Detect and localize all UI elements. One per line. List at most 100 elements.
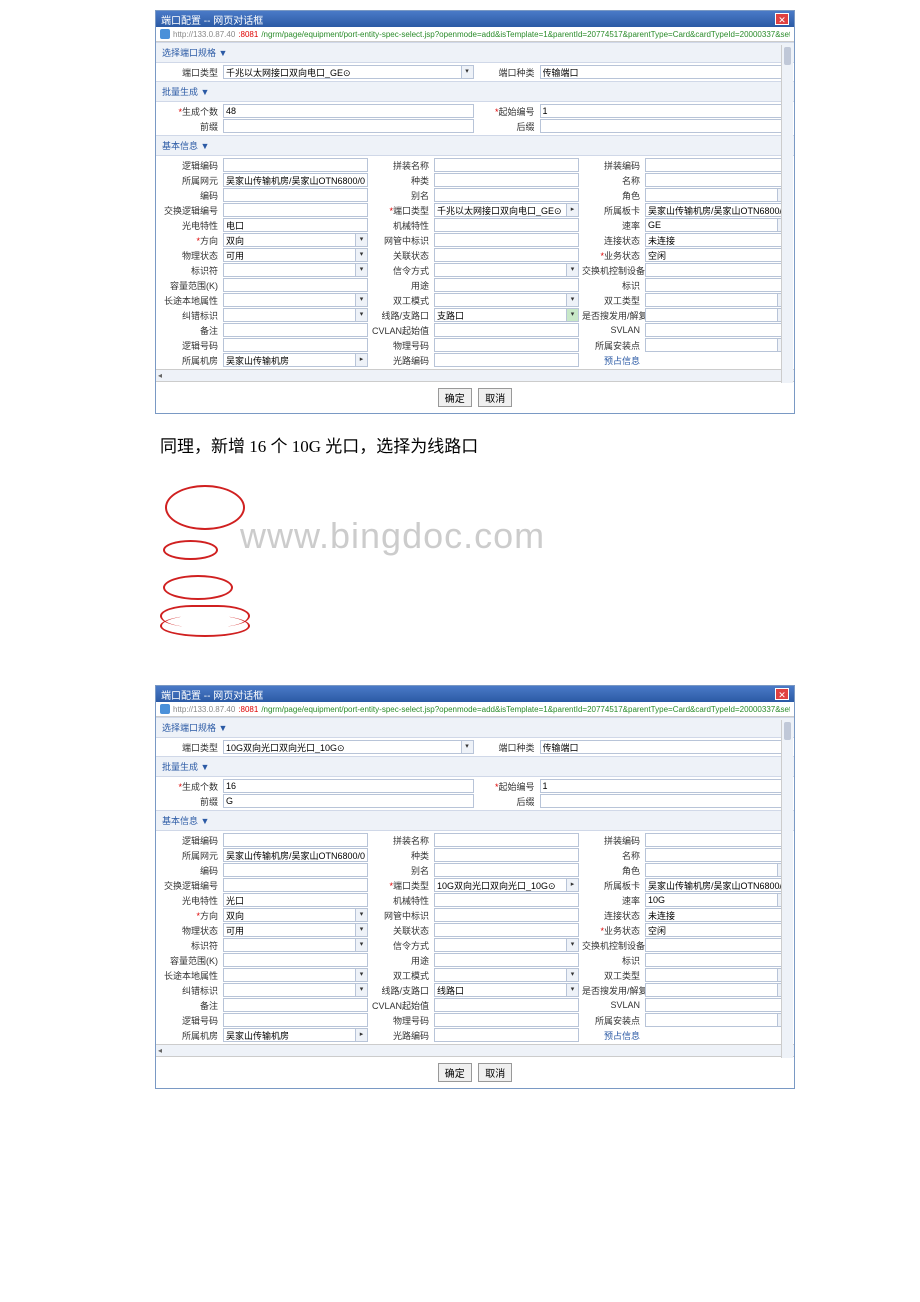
svlan-input[interactable] — [645, 998, 790, 1012]
owner-ne-input[interactable] — [223, 848, 368, 862]
phy-no-input[interactable] — [434, 1013, 579, 1027]
switch-ctrl-input[interactable] — [645, 938, 790, 952]
chevron-down-icon[interactable]: ▾ — [356, 293, 368, 307]
chevron-down-icon[interactable]: ▾ — [356, 983, 368, 997]
logic-code-input[interactable] — [223, 158, 368, 172]
cancel-button[interactable]: 取消 — [478, 388, 512, 407]
duplex-input[interactable] — [434, 293, 567, 307]
chevron-down-icon[interactable]: ▾ — [356, 968, 368, 982]
chevron-down-icon[interactable]: ▾ — [356, 248, 368, 262]
reuse-attr-input[interactable] — [645, 308, 778, 322]
rel-state-input[interactable] — [434, 248, 579, 262]
section-basic[interactable]: 基本信息 ▼ — [156, 810, 794, 831]
owner-card-input[interactable] — [645, 203, 790, 217]
chevron-down-icon[interactable]: ▾ — [567, 968, 579, 982]
direction-input[interactable] — [223, 908, 356, 922]
close-icon[interactable]: ✕ — [775, 13, 789, 25]
chevron-down-icon[interactable]: ▾ — [356, 923, 368, 937]
suffix-input[interactable] — [540, 119, 791, 133]
ok-button[interactable]: 确定 — [438, 388, 472, 407]
splice-name-input[interactable] — [434, 833, 579, 847]
owner-card-input[interactable] — [645, 878, 790, 892]
phy-no-input[interactable] — [434, 338, 579, 352]
switch-ctrl-input[interactable] — [645, 263, 790, 277]
chevron-down-icon[interactable]: ▾ — [567, 308, 579, 322]
usage-input[interactable] — [434, 278, 579, 292]
port-kind-input[interactable] — [540, 65, 791, 79]
oe-char-input[interactable] — [223, 893, 368, 907]
svlan-input[interactable] — [645, 323, 790, 337]
arrow-left-icon[interactable]: ◂ — [158, 1046, 162, 1055]
code-input[interactable] — [223, 863, 368, 877]
chevron-down-icon[interactable]: ▾ — [567, 983, 579, 997]
long-local-input[interactable] — [223, 293, 356, 307]
logic-no-input[interactable] — [223, 1013, 368, 1027]
chevron-down-icon[interactable]: ▾ — [567, 938, 579, 952]
section-port-spec[interactable]: 选择端口规格 ▼ — [156, 42, 794, 63]
owner-ne-input[interactable] — [223, 173, 368, 187]
rel-state-input[interactable] — [434, 923, 579, 937]
suffix-input[interactable] — [540, 794, 791, 808]
section-batch[interactable]: 批量生成 ▼ — [156, 81, 794, 102]
cap-range-input[interactable] — [223, 278, 368, 292]
lookup-icon[interactable]: ▸ — [567, 878, 579, 892]
chevron-down-icon[interactable]: ▾ — [567, 263, 579, 277]
sig-mode-input[interactable] — [434, 263, 567, 277]
splice-code-input[interactable] — [645, 158, 790, 172]
close-icon[interactable]: ✕ — [775, 688, 789, 700]
conn-state-input[interactable] — [645, 233, 790, 247]
remark-input[interactable] — [223, 998, 368, 1012]
gen-count-input[interactable] — [223, 779, 474, 793]
logic-code-input[interactable] — [223, 833, 368, 847]
rate-input[interactable] — [645, 218, 778, 232]
cancel-button[interactable]: 取消 — [478, 1063, 512, 1082]
remark-input[interactable] — [223, 323, 368, 337]
chevron-down-icon[interactable]: ▾ — [356, 908, 368, 922]
switch-logic-input[interactable] — [223, 203, 368, 217]
port-type-input[interactable] — [223, 65, 462, 79]
v-scrollbar[interactable] — [781, 45, 793, 383]
section-port-spec[interactable]: 选择端口规格 ▼ — [156, 717, 794, 738]
sig-mode-input[interactable] — [434, 938, 567, 952]
nms-tag-input[interactable] — [434, 233, 579, 247]
biz-state-input[interactable] — [645, 248, 790, 262]
direction-input[interactable] — [223, 233, 356, 247]
duplex-input[interactable] — [434, 968, 567, 982]
role-input[interactable] — [645, 863, 778, 877]
conn-state-input[interactable] — [645, 908, 790, 922]
section-batch[interactable]: 批量生成 ▼ — [156, 756, 794, 777]
h-scrollbar[interactable]: ◂▸ — [156, 1044, 794, 1056]
v-scrollbar[interactable] — [781, 720, 793, 1058]
role-input[interactable] — [645, 188, 778, 202]
err-tag-input[interactable] — [223, 308, 356, 322]
phy-state-input[interactable] — [223, 923, 356, 937]
prefix-input[interactable] — [223, 794, 474, 808]
mech-char-input[interactable] — [434, 218, 579, 232]
lookup-icon[interactable]: ▸ — [567, 203, 579, 217]
install-pt-input[interactable] — [645, 1013, 778, 1027]
port-type2-input[interactable] — [434, 878, 567, 892]
biz-state-input[interactable] — [645, 923, 790, 937]
name-input[interactable] — [645, 173, 790, 187]
kind-input[interactable] — [434, 173, 579, 187]
identifier-input[interactable] — [223, 263, 356, 277]
chevron-down-icon[interactable]: ▾ — [462, 740, 474, 754]
line-branch-input[interactable] — [434, 983, 567, 997]
nms-tag-input[interactable] — [434, 908, 579, 922]
lookup-icon[interactable]: ▸ — [356, 353, 368, 367]
splice-name-input[interactable] — [434, 158, 579, 172]
switch-logic-input[interactable] — [223, 878, 368, 892]
identifier-input[interactable] — [223, 938, 356, 952]
port-kind-input[interactable] — [540, 740, 791, 754]
logic-no-input[interactable] — [223, 338, 368, 352]
start-no-input[interactable] — [540, 779, 791, 793]
gen-count-input[interactable] — [223, 104, 474, 118]
name-input[interactable] — [645, 848, 790, 862]
alias-input[interactable] — [434, 863, 579, 877]
cvlan-input[interactable] — [434, 998, 579, 1012]
alias-input[interactable] — [434, 188, 579, 202]
prefix-input[interactable] — [223, 119, 474, 133]
line-branch-input[interactable] — [434, 308, 567, 322]
owner-room-input[interactable] — [223, 353, 356, 367]
splice-code-input[interactable] — [645, 833, 790, 847]
